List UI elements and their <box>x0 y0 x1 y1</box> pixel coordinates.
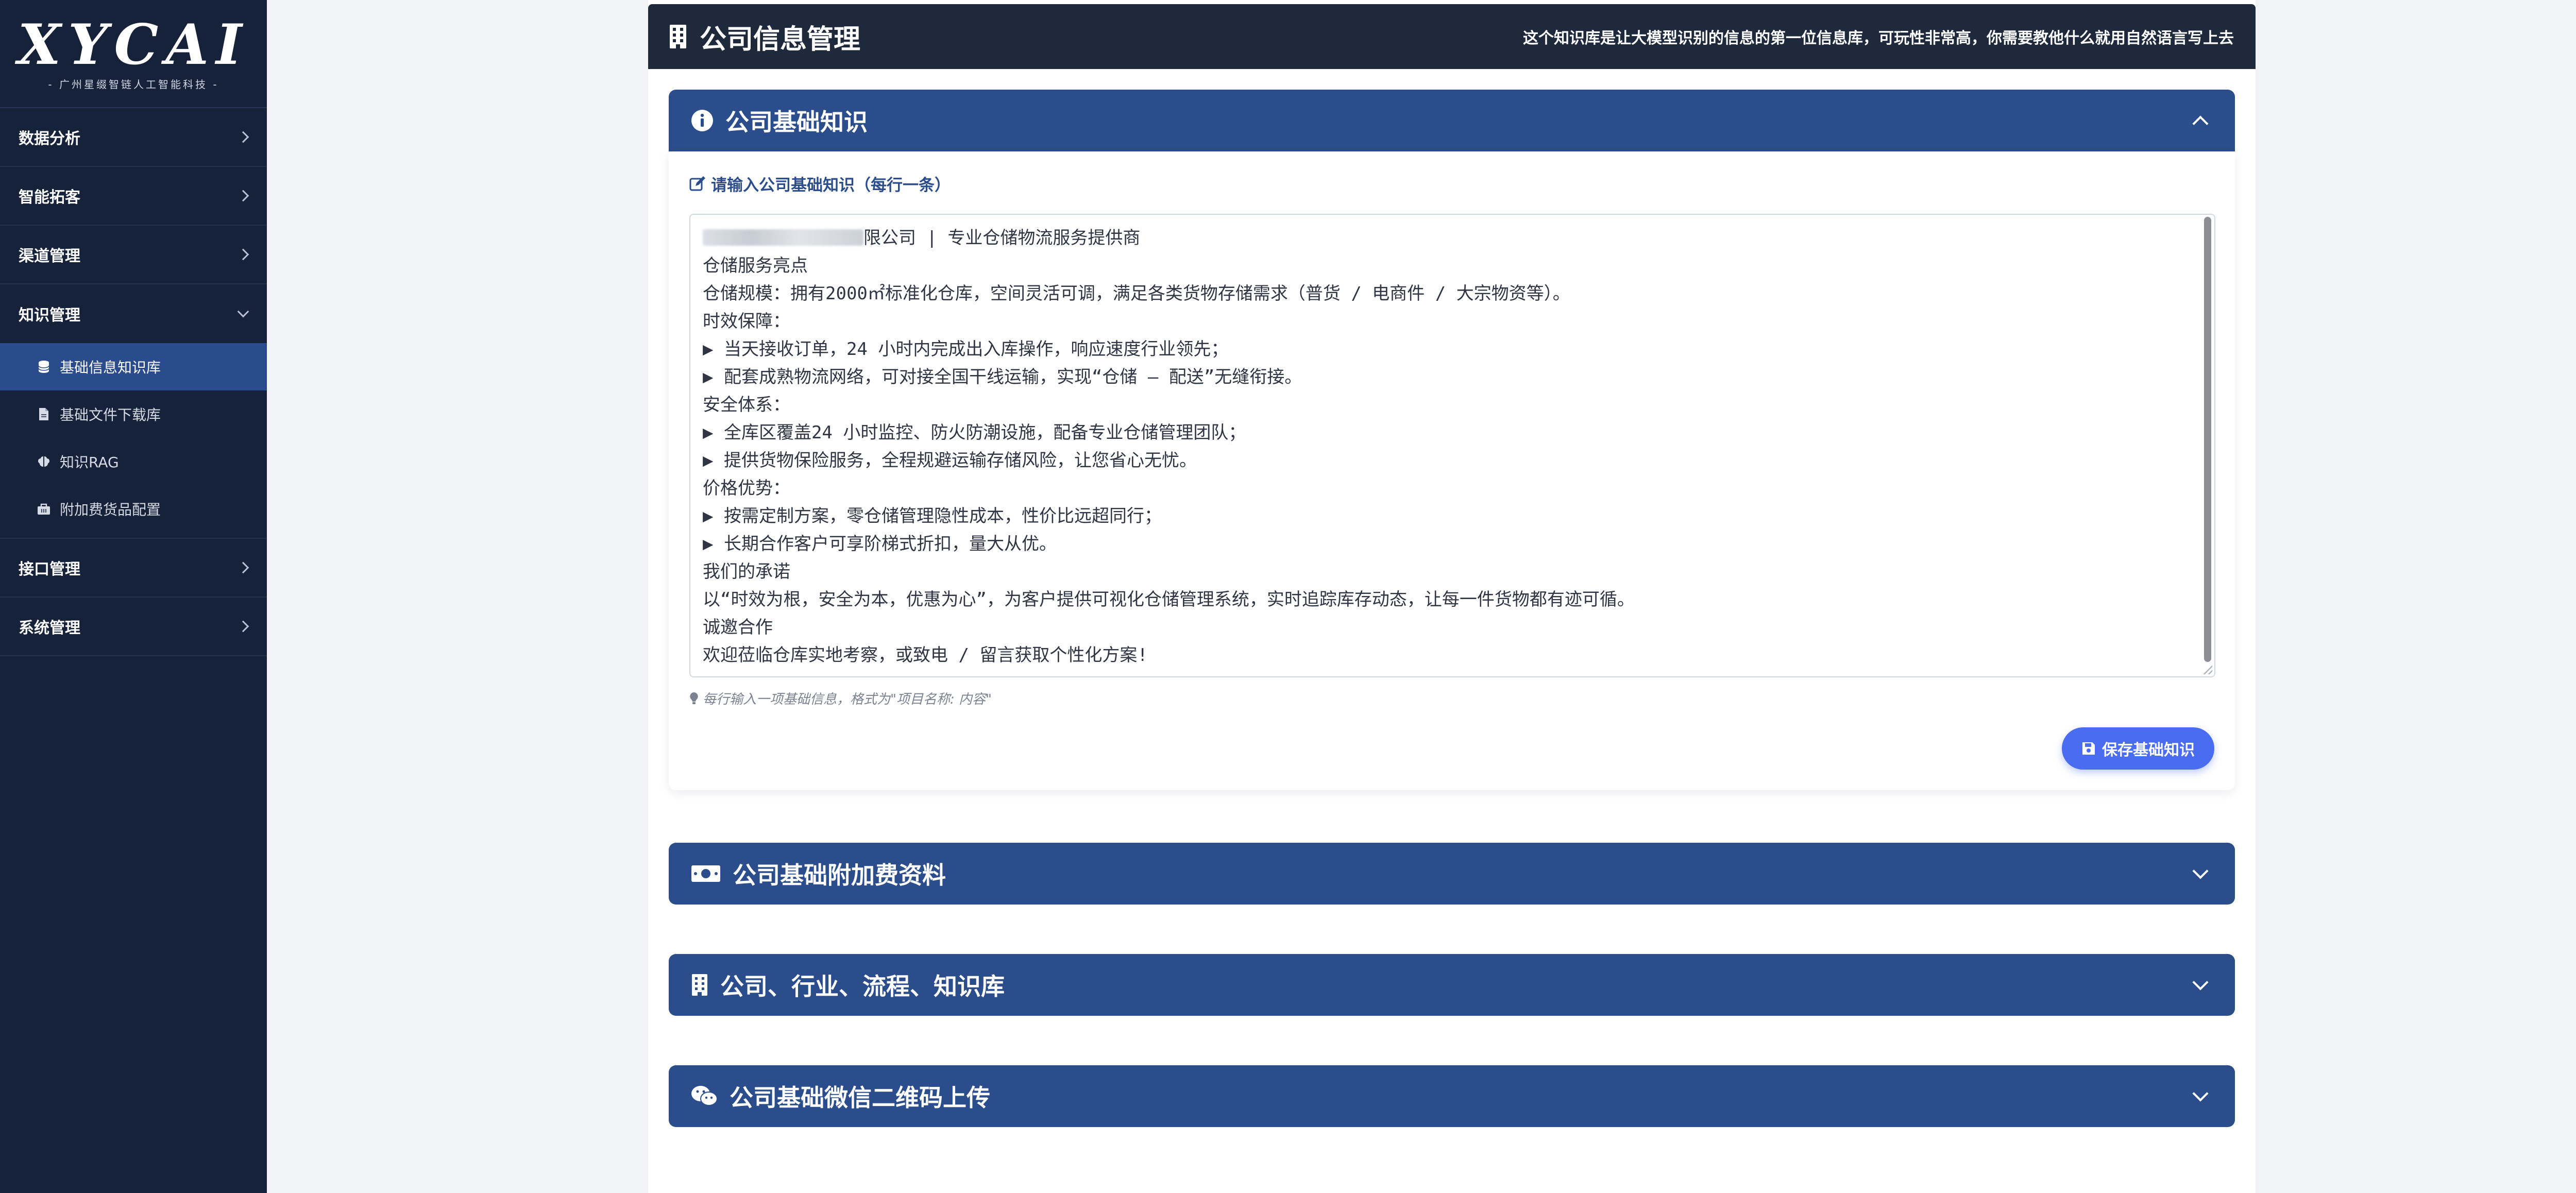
panel-industry-knowledge: 公司、行业、流程、知识库 <box>669 954 2235 1016</box>
chevron-down-icon[interactable] <box>2192 1085 2209 1102</box>
redacted-company-name <box>703 229 863 246</box>
briefcase-icon <box>35 503 53 515</box>
edit-icon <box>689 176 706 192</box>
textarea-lines: 仓储服务亮点 仓储规模：拥有2000㎡标准化仓库，空间灵活可调，满足各类货物存储… <box>703 255 1635 666</box>
panel-title-text: 公司基础附加费资料 <box>733 861 946 889</box>
logo: XYCAI - 广州星缀智链人工智能科技 - <box>0 0 267 108</box>
panel-title-text: 公司基础微信二维码上传 <box>730 1084 990 1112</box>
panel-surcharge: 公司基础附加费资料 <box>669 843 2235 905</box>
sidebar-item-channel-management[interactable]: 渠道管理 <box>0 226 267 284</box>
chevron-down-icon <box>237 305 249 318</box>
textarea-scrollbar[interactable] <box>2204 217 2211 662</box>
sidebar-item-label: 知识管理 <box>19 306 80 325</box>
sidebar-sub-label: 基础信息知识库 <box>60 359 161 376</box>
lightbulb-icon <box>689 692 699 705</box>
info-icon <box>690 109 714 132</box>
sidebar-item-api-management[interactable]: 接口管理 <box>0 539 267 598</box>
panel-title-text: 公司基础知识 <box>725 108 868 136</box>
header-note: 这个知识库是让大模型识别的信息的第一位信息库，可玩性非常高，你需要教他什么就用自… <box>1523 29 2234 47</box>
panel-basic-knowledge-body: 请输入公司基础知识（每行一条） 限公司 | 专业仓储物流服务提供商 仓储服务亮点… <box>669 151 2235 790</box>
sidebar-item-smart-prospecting[interactable]: 智能拓客 <box>0 167 267 226</box>
resize-handle[interactable] <box>2203 665 2212 674</box>
save-button-label: 保存基础知识 <box>2102 741 2195 759</box>
chevron-down-icon[interactable] <box>2192 863 2209 879</box>
money-bill-icon <box>690 863 721 884</box>
sidebar-sub-label: 附加费货品配置 <box>60 501 161 518</box>
page-title: 公司信息管理 <box>668 18 860 56</box>
input-hint: 每行输入一项基础信息，格式为"项目名称: 内容" <box>689 689 2214 708</box>
main-content: 公司信息管理 这个知识库是让大模型识别的信息的第一位信息库，可玩性非常高，你需要… <box>648 0 2256 1193</box>
panel-title-text: 公司、行业、流程、知识库 <box>720 973 1005 1000</box>
panel-title: 公司基础知识 <box>690 104 868 138</box>
building-icon <box>668 24 688 49</box>
panel-basic-knowledge: 公司基础知识 请输入公司基础知识（每行一条） 限公司 | 专业仓储物流服务提供商… <box>669 90 2235 790</box>
sidebar-item-basic-info-kb[interactable]: 基础信息知识库 <box>0 343 267 390</box>
chevron-down-icon[interactable] <box>2192 974 2209 991</box>
panel-wechat-qr: 公司基础微信二维码上传 <box>669 1065 2235 1127</box>
panel-surcharge-header[interactable]: 公司基础附加费资料 <box>669 843 2235 905</box>
basic-knowledge-textarea[interactable]: 限公司 | 专业仓储物流服务提供商 仓储服务亮点 仓储规模：拥有2000㎡标准化… <box>689 214 2215 677</box>
sidebar-item-label: 接口管理 <box>19 560 80 578</box>
building-icon <box>690 973 709 997</box>
logo-subtitle: - 广州星缀智链人工智能科技 - <box>48 78 219 91</box>
sidebar-item-surcharge-config[interactable]: 附加费货品配置 <box>0 485 267 533</box>
chevron-right-icon <box>237 248 249 261</box>
brain-icon <box>35 455 53 468</box>
sidebar-sub-label: 基础文件下载库 <box>60 406 161 423</box>
wechat-icon <box>690 1084 718 1108</box>
chevron-right-icon <box>237 131 249 143</box>
chevron-right-icon <box>237 190 249 202</box>
sidebar-item-label: 系统管理 <box>19 619 80 637</box>
page-title-text: 公司信息管理 <box>700 24 861 55</box>
page-header: 公司信息管理 这个知识库是让大模型识别的信息的第一位信息库，可玩性非常高，你需要… <box>648 4 2256 69</box>
sidebar-item-label: 渠道管理 <box>19 247 80 265</box>
panel-basic-knowledge-header[interactable]: 公司基础知识 <box>669 90 2235 151</box>
field-label: 请输入公司基础知识（每行一条） <box>689 172 2214 195</box>
textarea-content[interactable]: 限公司 | 专业仓储物流服务提供商 仓储服务亮点 仓储规模：拥有2000㎡标准化… <box>690 215 2214 676</box>
save-basic-knowledge-button[interactable]: 保存基础知识 <box>2062 727 2214 770</box>
chevron-right-icon <box>237 561 249 574</box>
panel-title: 公司基础微信二维码上传 <box>690 1079 990 1113</box>
sidebar-sub-label: 知识RAG <box>60 454 119 471</box>
file-icon <box>35 407 53 421</box>
sidebar-item-label: 智能拓客 <box>19 189 80 207</box>
panel-wechat-qr-header[interactable]: 公司基础微信二维码上传 <box>669 1065 2235 1127</box>
save-icon <box>2081 741 2096 756</box>
hint-text: 每行输入一项基础信息，格式为"项目名称: 内容" <box>703 692 992 707</box>
knowledge-submenu: 基础信息知识库 基础文件下载库 知识RAG 附加费货品配置 <box>0 343 267 539</box>
first-line-text: 限公司 | 专业仓储物流服务提供商 <box>863 228 1141 248</box>
sidebar-item-label: 数据分析 <box>19 130 80 148</box>
logo-mark: XYCAI <box>18 12 249 77</box>
sidebar-item-knowledge-rag[interactable]: 知识RAG <box>0 438 267 485</box>
sidebar-item-system-management[interactable]: 系统管理 <box>0 598 267 656</box>
panel-industry-knowledge-header[interactable]: 公司、行业、流程、知识库 <box>669 954 2235 1016</box>
sidebar: XYCAI - 广州星缀智链人工智能科技 - 数据分析 智能拓客 渠道管理 知识… <box>0 0 267 1193</box>
panel-title: 公司、行业、流程、知识库 <box>690 968 1005 1002</box>
panel-title: 公司基础附加费资料 <box>690 857 946 891</box>
chevron-right-icon <box>237 620 249 633</box>
sidebar-item-data-analysis[interactable]: 数据分析 <box>0 108 267 167</box>
field-label-text: 请输入公司基础知识（每行一条） <box>711 176 951 195</box>
sidebar-item-basic-file-download[interactable]: 基础文件下载库 <box>0 390 267 438</box>
sidebar-item-knowledge-management[interactable]: 知识管理 <box>0 284 267 343</box>
chevron-up-icon[interactable] <box>2192 115 2209 132</box>
database-icon <box>35 360 53 373</box>
